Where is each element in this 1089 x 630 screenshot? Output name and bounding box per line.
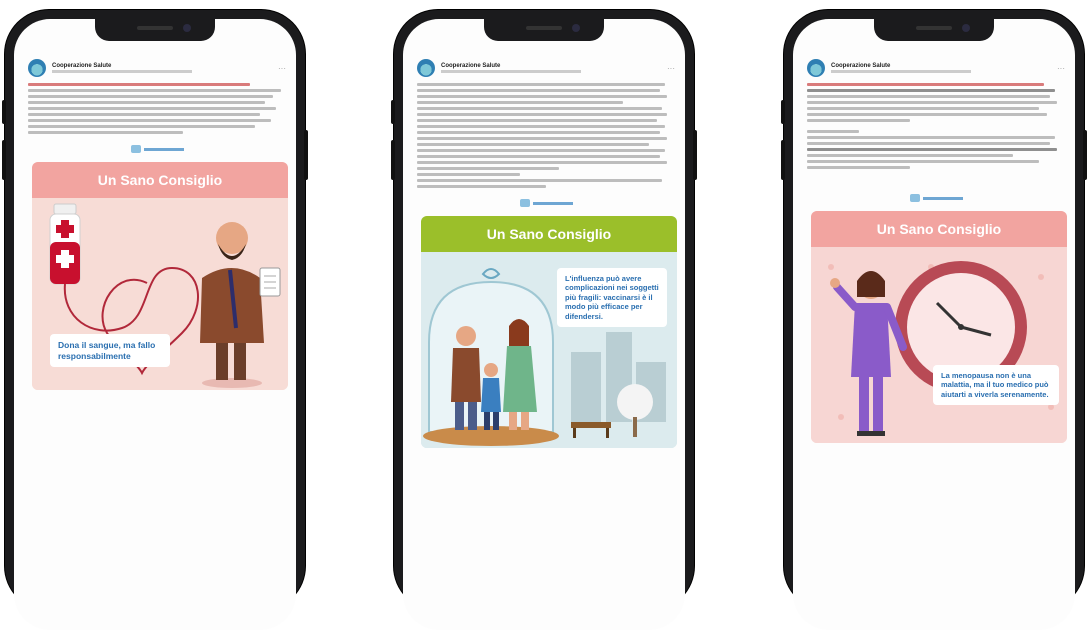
social-post: Cooperazione Salute ··· Un Sano Consigli… (28, 59, 288, 390)
brand-logo (900, 193, 972, 203)
phone-screen: Cooperazione Salute ··· Un Sano Consigli… (14, 19, 296, 630)
post-text-blurred (417, 83, 675, 188)
more-options-icon[interactable]: ··· (278, 64, 286, 73)
phone-notch (874, 19, 994, 41)
brand-logo (510, 198, 582, 208)
brand-logo (121, 144, 193, 154)
page-name[interactable]: Cooperazione Salute (441, 63, 581, 69)
card-caption: Dona il sangue, ma fallo responsabilment… (50, 334, 170, 368)
menopause-clock-illustration (811, 247, 1067, 443)
phone-mockup-2: Cooperazione Salute ··· Un Sano Consigli… (391, 10, 697, 630)
social-post: Cooperazione Salute ··· Un Sano Consigli… (417, 59, 677, 448)
card-title: Un Sano Consiglio (811, 211, 1067, 247)
phone-screen: Cooperazione Salute ··· Un Sano Consigli… (793, 19, 1075, 630)
phone-notch (484, 19, 604, 41)
post-text-blurred (28, 83, 286, 134)
post-image-card[interactable]: Un Sano Consiglio (811, 211, 1067, 443)
card-caption: La menopausa non è una malattia, ma il t… (933, 365, 1059, 406)
phone-mockup-1: Cooperazione Salute ··· Un Sano Consigli… (2, 10, 308, 630)
page-avatar[interactable] (807, 59, 825, 77)
page-name[interactable]: Cooperazione Salute (52, 63, 192, 69)
post-text-blurred (807, 83, 1065, 169)
post-image-card[interactable]: Un Sano Consiglio (32, 162, 288, 390)
phone-mockup-3: Cooperazione Salute ··· Un Sano Consigli… (781, 10, 1087, 630)
phone-notch (95, 19, 215, 41)
page-avatar[interactable] (28, 59, 46, 77)
card-title: Un Sano Consiglio (421, 216, 677, 252)
post-image-card[interactable]: Un Sano Consiglio (421, 216, 677, 448)
phone-screen: Cooperazione Salute ··· Un Sano Consigli… (403, 19, 685, 630)
page-name[interactable]: Cooperazione Salute (831, 63, 971, 69)
social-post: Cooperazione Salute ··· Un Sano Consigli… (807, 59, 1067, 443)
card-caption: L'influenza può avere complicazioni nei … (557, 268, 667, 327)
card-title: Un Sano Consiglio (32, 162, 288, 198)
more-options-icon[interactable]: ··· (667, 64, 675, 73)
more-options-icon[interactable]: ··· (1057, 64, 1065, 73)
page-avatar[interactable] (417, 59, 435, 77)
